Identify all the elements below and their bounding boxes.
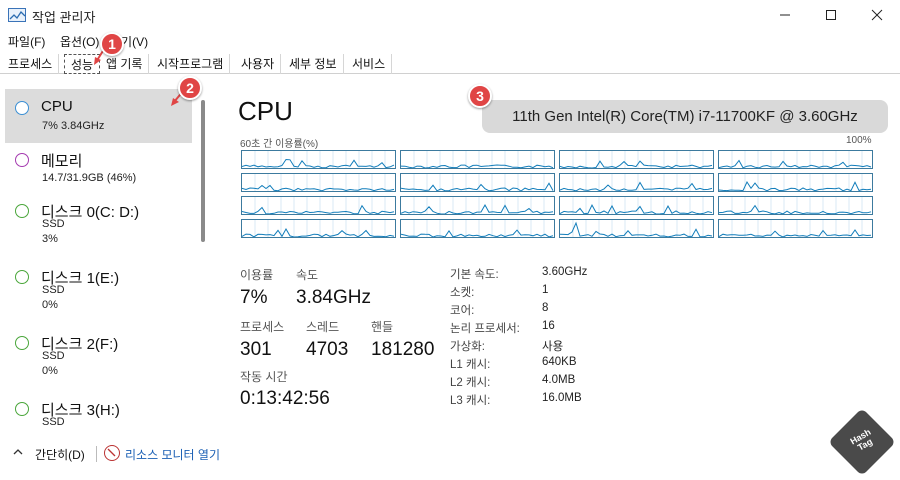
sidebar-item-type: SSD [42, 284, 65, 296]
sidebar-item-type: SSD [42, 350, 65, 362]
cpu-core-graph [559, 196, 714, 215]
cpu-core-graph [718, 219, 873, 238]
utilization-label: 이용률 [240, 268, 274, 282]
handles-value: 181280 [371, 339, 435, 360]
annotation-badge-3: 3 [468, 84, 492, 108]
sockets-label: 소켓: [450, 287, 475, 299]
disk-status-icon [15, 402, 29, 416]
disk-status-icon [15, 270, 29, 284]
sidebar-item-label: CPU [41, 98, 73, 115]
base-speed-value: 3.60GHz [542, 266, 588, 278]
cpu-model-name: 11th Gen Intel(R) Core(TM) i7-11700KF @ … [482, 100, 888, 133]
page-title: CPU [238, 96, 293, 126]
sidebar-item-type: SSD [42, 218, 65, 230]
annotation-badge-1: 1 [100, 32, 124, 56]
logical-processors-label: 논리 프로세서: [450, 323, 520, 335]
sidebar-item-detail: 7% 3.84GHz [42, 120, 105, 132]
cpu-core-graph [241, 196, 396, 215]
disk-status-icon [15, 204, 29, 218]
minimize-button[interactable] [762, 0, 808, 30]
cpu-core-graph [400, 219, 555, 238]
sidebar-item-disk-1[interactable]: 디스크 1(E:) SSD 0% [5, 258, 192, 312]
sockets-value: 1 [542, 284, 549, 296]
sidebar-item-usage: 3% [42, 233, 58, 245]
chevron-up-icon[interactable] [12, 446, 24, 461]
resource-sidebar: CPU 7% 3.84GHz 메모리 14.7/31.9GB (46%) 디스크… [0, 84, 215, 430]
l2-cache-value: 4.0MB [542, 374, 576, 386]
sidebar-item-cpu[interactable]: CPU 7% 3.84GHz [5, 89, 192, 143]
resource-monitor-icon [104, 445, 120, 461]
l1-cache-value: 640KB [542, 356, 577, 368]
sidebar-item-type: SSD [42, 416, 65, 428]
tab-services[interactable]: 서비스 [346, 54, 393, 74]
cpu-core-graph [718, 196, 873, 215]
l3-cache-label: L3 캐시: [450, 395, 491, 407]
sidebar-item-disk-3[interactable]: 디스크 3(H:) SSD [5, 390, 192, 430]
cpu-core-graph [718, 173, 873, 192]
sidebar-item-disk-0[interactable]: 디스크 0(C: D:) SSD 3% [5, 192, 192, 246]
tab-processes[interactable]: 프로세스 [2, 54, 60, 74]
menu-file[interactable]: 파일(F) [8, 33, 45, 50]
graph-max-label: 100% [846, 135, 872, 146]
task-manager-icon [8, 8, 26, 22]
cpu-core-graph [241, 173, 396, 192]
title-bar: 작업 관리자 [0, 0, 900, 30]
cpu-core-graph [241, 219, 396, 238]
threads-label: 스레드 [306, 320, 340, 334]
uptime-label: 작동 시간 [240, 370, 288, 384]
sidebar-scrollbar[interactable] [201, 100, 205, 242]
virtualization-label: 가상화: [450, 341, 485, 353]
virtualization-value: 사용 [542, 341, 564, 353]
sidebar-item-detail: 14.7/31.9GB (46%) [42, 172, 137, 184]
utilization-value: 7% [240, 287, 268, 308]
l2-cache-label: L2 캐시: [450, 377, 491, 389]
l3-cache-value: 16.0MB [542, 392, 582, 404]
menu-bar: 파일(F) 옵션(O) 보기(V) [0, 31, 900, 51]
uptime-value: 0:13:42:56 [240, 388, 330, 409]
cpu-core-graph [400, 150, 555, 169]
sidebar-item-label: 메모리 [41, 153, 83, 170]
cores-value: 8 [542, 302, 549, 314]
footer-divider [96, 446, 97, 462]
sidebar-item-usage: 0% [42, 365, 58, 377]
window-title: 작업 관리자 [32, 10, 96, 25]
cpu-core-graph [559, 219, 714, 238]
cpu-core-graph [718, 150, 873, 169]
cpu-core-graph [400, 196, 555, 215]
speed-value: 3.84GHz [296, 287, 371, 308]
memory-status-icon [15, 153, 29, 167]
tab-startup[interactable]: 시작프로그램 [151, 54, 231, 74]
footer: 간단히(D) 리소스 모니터 열기 [0, 438, 900, 480]
l1-cache-label: L1 캐시: [450, 359, 491, 371]
tab-details[interactable]: 세부 정보 [283, 54, 344, 74]
graph-label: 60초 간 이용률(%) [240, 139, 319, 150]
tab-users[interactable]: 사용자 [235, 54, 282, 74]
handles-label: 핸들 [371, 320, 394, 334]
tab-bar: 프로세스 성능 앱 기록 시작프로그램 사용자 세부 정보 서비스 [0, 54, 900, 74]
cpu-core-graph [400, 173, 555, 192]
base-speed-label: 기본 속도: [450, 269, 499, 281]
sidebar-item-memory[interactable]: 메모리 14.7/31.9GB (46%) [5, 141, 192, 195]
fewer-details-button[interactable]: 간단히(D) [35, 446, 85, 463]
speed-label: 속도 [296, 268, 319, 282]
logical-processors-value: 16 [542, 320, 555, 332]
open-resource-monitor-link[interactable]: 리소스 모니터 열기 [125, 446, 220, 463]
cpu-core-graph [559, 150, 714, 169]
sidebar-item-disk-2[interactable]: 디스크 2(F:) SSD 0% [5, 324, 192, 378]
threads-value: 4703 [306, 339, 349, 360]
close-button[interactable] [854, 0, 900, 30]
cpu-core-graph [559, 173, 714, 192]
sidebar-item-usage: 0% [42, 299, 58, 311]
cores-label: 코어: [450, 305, 475, 317]
disk-status-icon [15, 336, 29, 350]
annotation-badge-2: 2 [178, 76, 202, 100]
cpu-core-graph [241, 150, 396, 169]
processes-value: 301 [240, 339, 272, 360]
cpu-status-icon [15, 101, 29, 115]
maximize-button[interactable] [808, 0, 854, 30]
processes-label: 프로세스 [240, 320, 285, 334]
